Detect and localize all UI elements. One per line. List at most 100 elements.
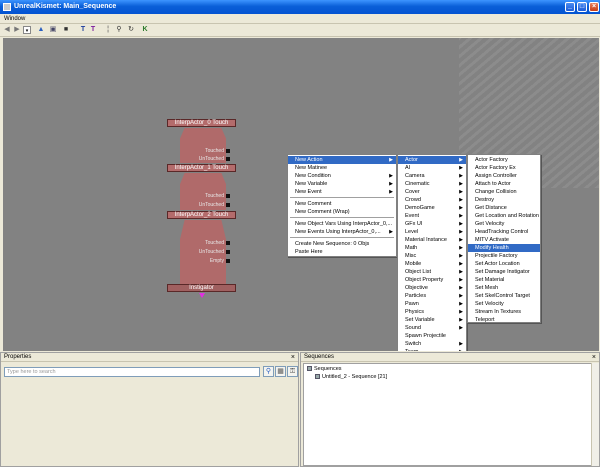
actor-menu-item[interactable]: Stream In Textures [468, 308, 540, 316]
forward-icon[interactable]: ▶ [13, 26, 21, 34]
node-interpactor0-port[interactable]: Touched [180, 148, 230, 154]
action-menu-item[interactable]: Cinematic ▶ [398, 180, 466, 188]
node-interpactor0-port[interactable]: UnTouched [180, 156, 230, 162]
action-menu-item[interactable]: Mobile ▶ [398, 260, 466, 268]
tree-item-root[interactable]: Sequences [307, 366, 342, 373]
maximize-button[interactable]: □ [577, 2, 587, 12]
search-icon[interactable]: ⚲ [263, 366, 274, 377]
action-menu-item[interactable]: Spawn Projectile [398, 332, 466, 340]
node-interpactor2-port[interactable]: UnTouched [180, 249, 230, 255]
action-menu-item[interactable]: DemoGame ▶ [398, 204, 466, 212]
action-menu-item[interactable]: Switch ▶ [398, 340, 466, 348]
search-icon[interactable]: ⚲ [115, 26, 123, 34]
action-menu-item[interactable]: Event ▶ [398, 212, 466, 220]
context-menu-item[interactable]: New Matinee [288, 164, 396, 172]
node-interpactor1-port[interactable]: UnTouched [180, 202, 230, 208]
properties-close-icon[interactable]: × [291, 353, 295, 362]
actor-menu-item[interactable]: Set Damage Instigator [468, 268, 540, 276]
action-menu-item[interactable]: Sound ▶ [398, 324, 466, 332]
actor-menu-item[interactable]: Actor Factory Ex [468, 164, 540, 172]
context-menu-item[interactable]: New Event ▶ [288, 188, 396, 196]
action-menu-item[interactable]: Misc ▶ [398, 252, 466, 260]
open-icon[interactable]: ▣ [49, 26, 57, 34]
kismet-canvas[interactable]: InterpActor_0 Touch Touched UnTouched In… [3, 38, 599, 351]
action-menu-item[interactable]: GFx UI ▶ [398, 220, 466, 228]
action-menu-item[interactable]: Crowd ▶ [398, 196, 466, 204]
action-menu-item[interactable]: Cover ▶ [398, 188, 466, 196]
node-interpactor2-title[interactable]: InterpActor_2 Touch [167, 211, 236, 219]
context-menu-item[interactable]: New Comment (Wrap) [288, 208, 396, 216]
properties-search-input[interactable]: Type here to search [4, 367, 260, 377]
node-interpactor2-port[interactable]: Touched [180, 240, 230, 246]
actor-menu-item[interactable]: HeadTracking Control [468, 228, 540, 236]
title-bar: UnrealKismet: Main_Sequence _ □ × [0, 0, 600, 14]
actor-menu-item[interactable]: MITV Activate [468, 236, 540, 244]
context-menu-item[interactable]: Paste Here [288, 248, 396, 256]
context-menu-item[interactable]: New Object Vars Using InterpActor_0,... [288, 220, 396, 228]
actor-menu-item[interactable]: Modify Health [468, 244, 540, 252]
instigator-arrow-icon[interactable] [199, 293, 205, 298]
actor-menu-item[interactable]: Get Velocity [468, 220, 540, 228]
node-instigator[interactable]: Instigator [167, 284, 236, 292]
action-menu-item[interactable]: Object List ▶ [398, 268, 466, 276]
context-menu-item[interactable]: New Condition ▶ [288, 172, 396, 180]
lock-icon[interactable]: ⚿ [287, 366, 298, 377]
actor-menu-item[interactable]: Assign Controller [468, 172, 540, 180]
action-menu-item[interactable]: Particles ▶ [398, 292, 466, 300]
up-icon[interactable]: ▲ [37, 26, 45, 34]
actor-menu-item[interactable]: Get Location and Rotation [468, 212, 540, 220]
action-menu-item[interactable]: Camera ▶ [398, 172, 466, 180]
pipe-icon[interactable]: ¦ [104, 26, 112, 34]
context-menu-item[interactable]: New Action ▶ [288, 156, 396, 164]
close-button[interactable]: × [589, 2, 599, 12]
tree-item-child[interactable]: Untitled_2 - Sequence [21] [315, 374, 387, 381]
menu-window[interactable]: Window [4, 15, 25, 23]
actor-menu-item[interactable]: Get Distance [468, 204, 540, 212]
action-menu-item[interactable]: Level ▶ [398, 228, 466, 236]
actor-menu-item[interactable]: Teleport [468, 316, 540, 324]
action-menu-item[interactable]: Math ▶ [398, 244, 466, 252]
actor-menu-item[interactable]: Projectile Factory [468, 252, 540, 260]
actor-menu-item[interactable]: Set Material [468, 276, 540, 284]
node-interpactor0-title[interactable]: InterpActor_0 Touch [167, 119, 236, 127]
actor-menu-item[interactable]: Set Mesh [468, 284, 540, 292]
back-icon[interactable]: ◀ [3, 26, 11, 34]
link-icon[interactable]: ↻ [127, 26, 135, 34]
action-menu-item-label: Pawn [405, 301, 419, 307]
save-icon[interactable]: ■ [62, 26, 70, 34]
sequences-scrollbar[interactable] [591, 363, 599, 466]
actor-menu-item-label: Attach to Actor [475, 181, 511, 187]
action-menu-item[interactable]: Pawn ▶ [398, 300, 466, 308]
node-interpactor1-port[interactable]: Touched [180, 193, 230, 199]
action-menu-item[interactable]: Object Property ▶ [398, 276, 466, 284]
kismet-icon[interactable]: K [141, 26, 149, 34]
sequences-close-icon[interactable]: × [592, 353, 596, 362]
node-interpactor2-port[interactable]: Empty [180, 258, 230, 264]
actor-menu-item[interactable]: Change Collision [468, 188, 540, 196]
actor-menu-item[interactable]: Destroy [468, 196, 540, 204]
dropdown-icon[interactable]: ▾ [23, 26, 31, 34]
sequences-header: Sequences × [301, 353, 599, 362]
action-menu-item[interactable]: Team ▶ [398, 348, 466, 351]
context-menu-item[interactable]: Create New Sequence: 0 Objs [288, 240, 396, 248]
context-menu-item[interactable]: New Events Using InterpActor_0,... ▶ [288, 228, 396, 236]
actor-menu-item[interactable]: Set Actor Location [468, 260, 540, 268]
actor-menu-item[interactable]: Set Velocity [468, 300, 540, 308]
action-menu-item[interactable]: AI ▶ [398, 164, 466, 172]
actor-menu-item[interactable]: Actor Factory [468, 156, 540, 164]
text-icon[interactable]: T [79, 26, 87, 34]
actor-menu-item[interactable]: Attach to Actor [468, 180, 540, 188]
action-menu-item[interactable]: Physics ▶ [398, 308, 466, 316]
action-menu-item[interactable]: Objective ▶ [398, 284, 466, 292]
actor-menu-item-label: MITV Activate [475, 237, 509, 243]
filter-icon[interactable]: ▦ [275, 366, 286, 377]
action-menu-item[interactable]: Material Instance ▶ [398, 236, 466, 244]
actor-menu-item[interactable]: Set SkelControl Target [468, 292, 540, 300]
node-interpactor1-title[interactable]: InterpActor_1 Touch [167, 164, 236, 172]
context-menu-item[interactable]: New Comment [288, 200, 396, 208]
minimize-button[interactable]: _ [565, 2, 575, 12]
context-menu-item[interactable]: New Variable ▶ [288, 180, 396, 188]
text-bold-icon[interactable]: T [89, 26, 97, 34]
action-menu-item[interactable]: Actor ▶ [398, 156, 466, 164]
action-menu-item[interactable]: Set Variable ▶ [398, 316, 466, 324]
